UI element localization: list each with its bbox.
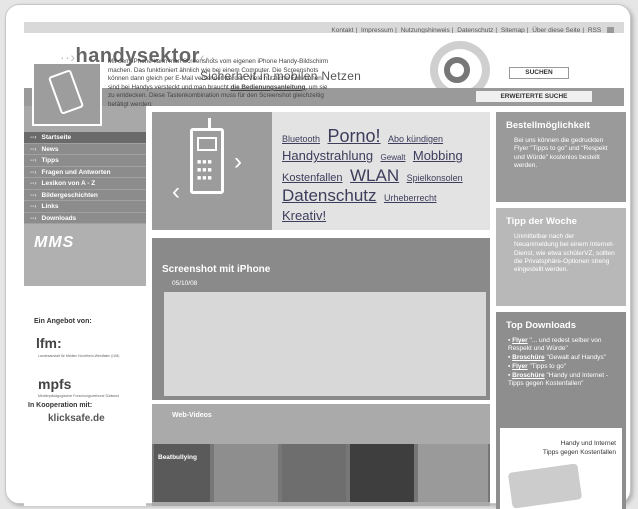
chevron-left-icon: ‹ <box>172 178 180 205</box>
order-box: Bestellmöglichkeit Bei uns können die ge… <box>496 112 626 202</box>
sidebar-item-links[interactable]: --› Links <box>24 201 146 213</box>
download-item[interactable]: ▪ Flyer "Tipps to go" <box>508 363 620 371</box>
lfm-subtitle: Landesanstalt für Medien Nordrhein-Westf… <box>38 354 120 358</box>
video-thumbnail[interactable]: Beatbullying <box>154 444 210 502</box>
top-downloads-box: Top Downloads ▪ Flyer "... und redest se… <box>496 312 626 509</box>
tip-of-week-box: Tipp der Woche Unmittelbar nach der Neua… <box>496 208 626 306</box>
sidebar-nav: --› Startseite --› News --› Tipps --› Fragen… <box>24 132 146 224</box>
article-body-bg <box>164 292 486 396</box>
tag-link[interactable]: Urheberrecht <box>384 193 437 203</box>
decorative-ring-inner-icon <box>444 57 470 83</box>
tip-title[interactable]: Tipp der Woche <box>496 208 626 227</box>
video-thumbnail[interactable] <box>418 444 488 502</box>
tag-link[interactable]: WLAN <box>350 166 399 185</box>
mobile-phone-icon: ■■■ ■■■ ■■■ <box>190 128 224 194</box>
sidebar-item-lexikon[interactable]: --› Lexikon von A - Z <box>24 178 146 190</box>
article-image <box>32 62 102 126</box>
article-text: Mit dem iPhone kann man Screenshots vom … <box>108 58 329 108</box>
offer-label: Ein Angebot von: <box>34 318 92 325</box>
sidebar-item-downloads[interactable]: --› Downloads <box>24 213 146 224</box>
download-item[interactable]: ▪ Broschüre "Gewalt auf Handys" <box>508 354 620 362</box>
sidebar-item-news[interactable]: --› News <box>24 144 146 155</box>
tag-link[interactable]: Spielkonsolen <box>407 173 463 183</box>
manual-link[interactable]: die Bedienungsanleitung <box>231 84 306 91</box>
article-title[interactable]: Screenshot mit iPhone <box>162 264 270 275</box>
web-videos-panel: Web-Videos Beatbullying <box>152 404 490 506</box>
sidebar-item-fragen[interactable]: --› Fragen und Antworten <box>24 167 146 178</box>
chevron-right-icon: › <box>234 148 242 175</box>
brochure-image <box>507 463 583 509</box>
brochure-teaser[interactable]: Handy und Internet Tipps gegen Kostenfal… <box>500 428 622 509</box>
tag-link[interactable]: Abo kündigen <box>388 134 443 144</box>
top-nav-bar: Kontakt | Impressum | Nutzungshinweis | Dat… <box>24 22 624 34</box>
article-date: 05/10/08 <box>172 280 198 287</box>
lfm-logo[interactable]: lfm: <box>36 335 146 351</box>
tag-link[interactable]: Kostenfallen <box>282 172 343 184</box>
article-panel: Screenshot mit iPhone 05/10/08 <box>152 238 490 400</box>
sidebar-item-bildergeschichten[interactable]: --› Bildergeschichten <box>24 190 146 201</box>
download-item[interactable]: ▪ Broschüre "Handy und Internet - Tipps … <box>508 372 620 388</box>
sidebar-item-startseite[interactable]: --› Startseite <box>24 132 146 144</box>
tip-text: Unmittelbar nach der Neuanmeldung bei ei… <box>514 233 615 274</box>
sidebar-item-tipps[interactable]: --› Tipps <box>24 155 146 167</box>
video-thumbnail[interactable] <box>214 444 278 502</box>
brochure-line1: Handy und Internet <box>560 440 616 447</box>
video-thumbnail[interactable] <box>350 444 414 502</box>
coop-label: In Kooperation mit: <box>28 402 93 409</box>
download-item[interactable]: ▪ Flyer "... und redest selber von Respe… <box>508 337 620 353</box>
tag-link[interactable]: Kreativ! <box>282 208 326 223</box>
search-button[interactable]: SUCHEN <box>509 67 569 79</box>
phone-illustration: ■■■ ■■■ ■■■ ‹ › <box>152 112 272 230</box>
tag-link[interactable]: Datenschutz <box>282 186 377 205</box>
sidebar: --› Startseite --› News --› Tipps --› Fragen… <box>24 106 146 506</box>
mms-banner[interactable]: MMS <box>24 224 146 286</box>
mpfs-subtitle: Medienpädagogischer Forschungsverbund Sü… <box>38 394 119 398</box>
tag-link[interactable]: Handystrahlung <box>282 148 373 163</box>
smartphone-icon <box>47 69 85 115</box>
klicksafe-logo[interactable]: klicksafe.de <box>48 413 146 424</box>
video-strip: Beatbullying <box>152 444 490 502</box>
tag-link[interactable]: Gewalt <box>381 153 406 162</box>
advanced-search-link[interactable]: ERWEITERTE SUCHE <box>476 91 592 102</box>
tag-link[interactable]: Porno! <box>327 126 380 146</box>
video-thumbnail[interactable] <box>282 444 346 502</box>
brochure-line2: Tipps gegen Kostenfallen <box>542 449 616 456</box>
downloads-title[interactable]: Top Downloads <box>496 312 626 331</box>
tag-link[interactable]: Bluetooth <box>282 134 320 144</box>
mpfs-logo[interactable]: mpfs <box>38 376 146 392</box>
order-title[interactable]: Bestellmöglichkeit <box>496 112 626 131</box>
web-videos-title: Web-Videos <box>172 412 212 419</box>
tag-cloud: Bluetooth Porno! Abo kündigen Handystrah… <box>272 112 490 230</box>
tag-link[interactable]: Mobbing <box>413 148 463 163</box>
order-text: Bei uns können die gedruckten Flyer "Tip… <box>514 137 608 169</box>
